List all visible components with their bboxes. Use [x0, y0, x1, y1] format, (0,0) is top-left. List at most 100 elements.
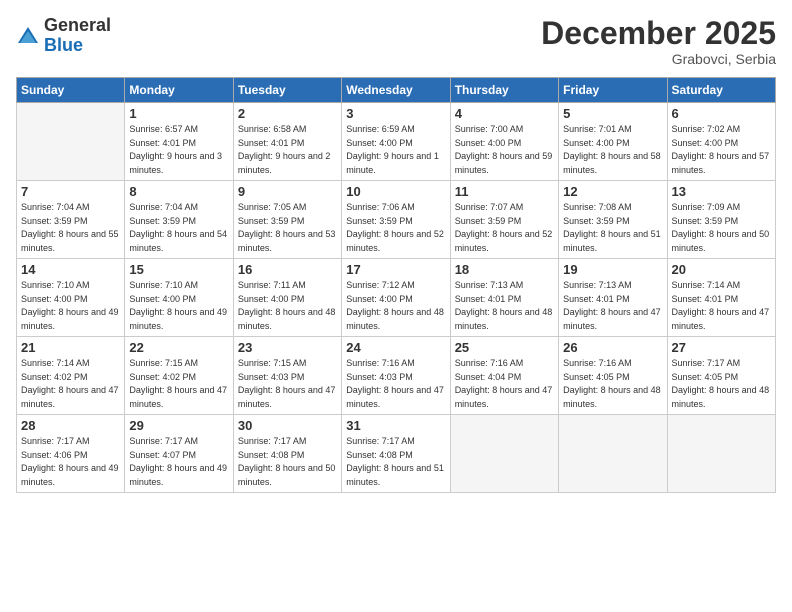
calendar-cell: 11 Sunrise: 7:07 AMSunset: 3:59 PMDayligh… [450, 181, 558, 259]
calendar-cell [450, 415, 558, 493]
calendar-cell: 4 Sunrise: 7:00 AMSunset: 4:00 PMDaylight… [450, 103, 558, 181]
col-saturday: Saturday [667, 78, 775, 103]
day-info: Sunrise: 7:17 AMSunset: 4:08 PMDaylight:… [346, 435, 445, 489]
calendar-cell: 27 Sunrise: 7:17 AMSunset: 4:05 PMDayligh… [667, 337, 775, 415]
header: General Blue December 2025 Grabovci, Ser… [16, 16, 776, 67]
day-info: Sunrise: 7:15 AMSunset: 4:03 PMDaylight:… [238, 357, 337, 411]
day-info: Sunrise: 7:11 AMSunset: 4:00 PMDaylight:… [238, 279, 337, 333]
day-info: Sunrise: 7:00 AMSunset: 4:00 PMDaylight:… [455, 123, 554, 177]
day-number: 3 [346, 106, 445, 121]
calendar-week-1: 7 Sunrise: 7:04 AMSunset: 3:59 PMDaylight… [17, 181, 776, 259]
day-number: 21 [21, 340, 120, 355]
calendar-cell: 25 Sunrise: 7:16 AMSunset: 4:04 PMDayligh… [450, 337, 558, 415]
location: Grabovci, Serbia [541, 51, 776, 67]
day-number: 7 [21, 184, 120, 199]
header-row: Sunday Monday Tuesday Wednesday Thursday… [17, 78, 776, 103]
day-number: 23 [238, 340, 337, 355]
day-info: Sunrise: 7:04 AMSunset: 3:59 PMDaylight:… [129, 201, 228, 255]
day-info: Sunrise: 7:17 AMSunset: 4:05 PMDaylight:… [672, 357, 771, 411]
day-info: Sunrise: 7:16 AMSunset: 4:04 PMDaylight:… [455, 357, 554, 411]
calendar-body: 1Sunrise: 6:57 AMSunset: 4:01 PMDaylight… [17, 103, 776, 493]
calendar-cell: 12Sunrise: 7:08 AMSunset: 3:59 PMDayligh… [559, 181, 667, 259]
logo: General Blue [16, 16, 111, 56]
day-number: 12 [563, 184, 662, 199]
calendar-cell: 17 Sunrise: 7:12 AMSunset: 4:00 PMDayligh… [342, 259, 450, 337]
calendar-cell: 29 Sunrise: 7:17 AMSunset: 4:07 PMDayligh… [125, 415, 233, 493]
day-number: 27 [672, 340, 771, 355]
calendar-week-2: 14Sunrise: 7:10 AMSunset: 4:00 PMDayligh… [17, 259, 776, 337]
calendar-cell [17, 103, 125, 181]
col-tuesday: Tuesday [233, 78, 341, 103]
calendar-cell: 18Sunrise: 7:13 AMSunset: 4:01 PMDayligh… [450, 259, 558, 337]
page-container: General Blue December 2025 Grabovci, Ser… [0, 0, 792, 612]
col-monday: Monday [125, 78, 233, 103]
day-number: 17 [346, 262, 445, 277]
calendar-cell: 5Sunrise: 7:01 AMSunset: 4:00 PMDaylight… [559, 103, 667, 181]
calendar-cell: 30Sunrise: 7:17 AMSunset: 4:08 PMDayligh… [233, 415, 341, 493]
calendar-cell: 15 Sunrise: 7:10 AMSunset: 4:00 PMDayligh… [125, 259, 233, 337]
day-info: Sunrise: 6:57 AMSunset: 4:01 PMDaylight:… [129, 123, 228, 177]
day-number: 31 [346, 418, 445, 433]
calendar-week-0: 1Sunrise: 6:57 AMSunset: 4:01 PMDaylight… [17, 103, 776, 181]
day-number: 28 [21, 418, 120, 433]
calendar-cell: 16Sunrise: 7:11 AMSunset: 4:00 PMDayligh… [233, 259, 341, 337]
title-section: December 2025 Grabovci, Serbia [541, 16, 776, 67]
day-number: 15 [129, 262, 228, 277]
calendar-cell: 23 Sunrise: 7:15 AMSunset: 4:03 PMDayligh… [233, 337, 341, 415]
day-info: Sunrise: 7:13 AMSunset: 4:01 PMDaylight:… [563, 279, 662, 333]
day-number: 5 [563, 106, 662, 121]
calendar-cell: 6 Sunrise: 7:02 AMSunset: 4:00 PMDaylight… [667, 103, 775, 181]
logo-icon [16, 25, 40, 49]
calendar-cell: 9 Sunrise: 7:05 AMSunset: 3:59 PMDaylight… [233, 181, 341, 259]
calendar-week-3: 21Sunrise: 7:14 AMSunset: 4:02 PMDayligh… [17, 337, 776, 415]
day-number: 25 [455, 340, 554, 355]
col-sunday: Sunday [17, 78, 125, 103]
day-number: 9 [238, 184, 337, 199]
calendar-cell: 20Sunrise: 7:14 AMSunset: 4:01 PMDayligh… [667, 259, 775, 337]
day-number: 4 [455, 106, 554, 121]
day-number: 11 [455, 184, 554, 199]
day-number: 24 [346, 340, 445, 355]
day-info: Sunrise: 6:59 AMSunset: 4:00 PMDaylight:… [346, 123, 445, 177]
day-info: Sunrise: 7:07 AMSunset: 3:59 PMDaylight:… [455, 201, 554, 255]
day-info: Sunrise: 7:16 AMSunset: 4:03 PMDaylight:… [346, 357, 445, 411]
day-info: Sunrise: 7:05 AMSunset: 3:59 PMDaylight:… [238, 201, 337, 255]
day-info: Sunrise: 7:06 AMSunset: 3:59 PMDaylight:… [346, 201, 445, 255]
day-number: 6 [672, 106, 771, 121]
calendar-cell: 19 Sunrise: 7:13 AMSunset: 4:01 PMDayligh… [559, 259, 667, 337]
day-info: Sunrise: 7:09 AMSunset: 3:59 PMDaylight:… [672, 201, 771, 255]
day-number: 2 [238, 106, 337, 121]
calendar-cell: 24 Sunrise: 7:16 AMSunset: 4:03 PMDayligh… [342, 337, 450, 415]
calendar-cell: 3 Sunrise: 6:59 AMSunset: 4:00 PMDaylight… [342, 103, 450, 181]
month-title: December 2025 [541, 16, 776, 51]
calendar-cell [667, 415, 775, 493]
day-info: Sunrise: 7:10 AMSunset: 4:00 PMDaylight:… [129, 279, 228, 333]
calendar-cell: 21Sunrise: 7:14 AMSunset: 4:02 PMDayligh… [17, 337, 125, 415]
day-number: 29 [129, 418, 228, 433]
day-info: Sunrise: 7:02 AMSunset: 4:00 PMDaylight:… [672, 123, 771, 177]
calendar-cell [559, 415, 667, 493]
calendar-cell: 7Sunrise: 7:04 AMSunset: 3:59 PMDaylight… [17, 181, 125, 259]
day-info: Sunrise: 7:15 AMSunset: 4:02 PMDaylight:… [129, 357, 228, 411]
day-number: 13 [672, 184, 771, 199]
logo-blue-text: Blue [44, 36, 111, 56]
day-info: Sunrise: 7:17 AMSunset: 4:06 PMDaylight:… [21, 435, 120, 489]
calendar-cell: 31 Sunrise: 7:17 AMSunset: 4:08 PMDayligh… [342, 415, 450, 493]
day-info: Sunrise: 7:12 AMSunset: 4:00 PMDaylight:… [346, 279, 445, 333]
calendar-week-4: 28 Sunrise: 7:17 AMSunset: 4:06 PMDayligh… [17, 415, 776, 493]
day-info: Sunrise: 6:58 AMSunset: 4:01 PMDaylight:… [238, 123, 337, 177]
col-wednesday: Wednesday [342, 78, 450, 103]
calendar-table: Sunday Monday Tuesday Wednesday Thursday… [16, 77, 776, 493]
day-info: Sunrise: 7:17 AMSunset: 4:07 PMDaylight:… [129, 435, 228, 489]
day-number: 18 [455, 262, 554, 277]
day-number: 19 [563, 262, 662, 277]
calendar-cell: 1Sunrise: 6:57 AMSunset: 4:01 PMDaylight… [125, 103, 233, 181]
day-number: 22 [129, 340, 228, 355]
logo-text: General Blue [44, 16, 111, 56]
day-number: 30 [238, 418, 337, 433]
day-info: Sunrise: 7:16 AMSunset: 4:05 PMDaylight:… [563, 357, 662, 411]
calendar-cell: 8Sunrise: 7:04 AMSunset: 3:59 PMDaylight… [125, 181, 233, 259]
day-number: 20 [672, 262, 771, 277]
calendar-cell: 28 Sunrise: 7:17 AMSunset: 4:06 PMDayligh… [17, 415, 125, 493]
day-number: 26 [563, 340, 662, 355]
